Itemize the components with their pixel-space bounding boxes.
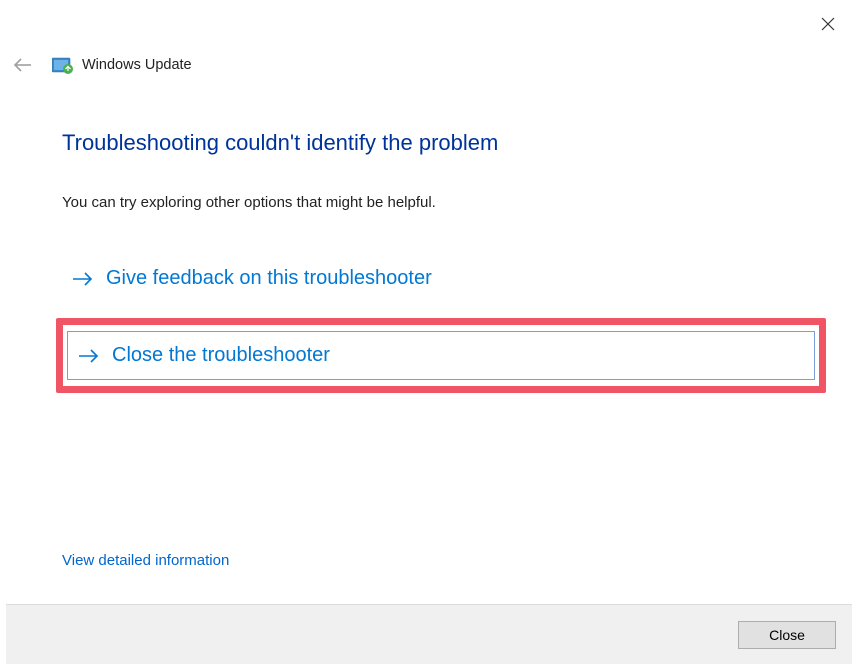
main-heading: Troubleshooting couldn't identify the pr… <box>62 130 826 156</box>
footer-bar: Close <box>6 604 852 664</box>
content-area: Troubleshooting couldn't identify the pr… <box>62 130 826 393</box>
windows-update-icon <box>52 56 74 74</box>
header-title: Windows Update <box>82 57 192 73</box>
option-label: Close the troubleshooter <box>112 344 330 367</box>
highlight-annotation: Close the troubleshooter <box>56 318 826 393</box>
back-arrow-icon <box>12 54 34 76</box>
option-give-feedback[interactable]: Give feedback on this troubleshooter <box>62 259 826 298</box>
subtext: You can try exploring other options that… <box>62 194 826 211</box>
header-bar: Windows Update <box>12 54 192 76</box>
close-button[interactable]: Close <box>738 621 836 649</box>
option-label: Give feedback on this troubleshooter <box>106 267 432 290</box>
arrow-right-icon <box>72 270 94 288</box>
option-close-troubleshooter[interactable]: Close the troubleshooter <box>67 331 815 380</box>
arrow-right-icon <box>78 347 100 365</box>
window-close-icon[interactable] <box>818 14 838 34</box>
view-detailed-link[interactable]: View detailed information <box>62 552 229 569</box>
